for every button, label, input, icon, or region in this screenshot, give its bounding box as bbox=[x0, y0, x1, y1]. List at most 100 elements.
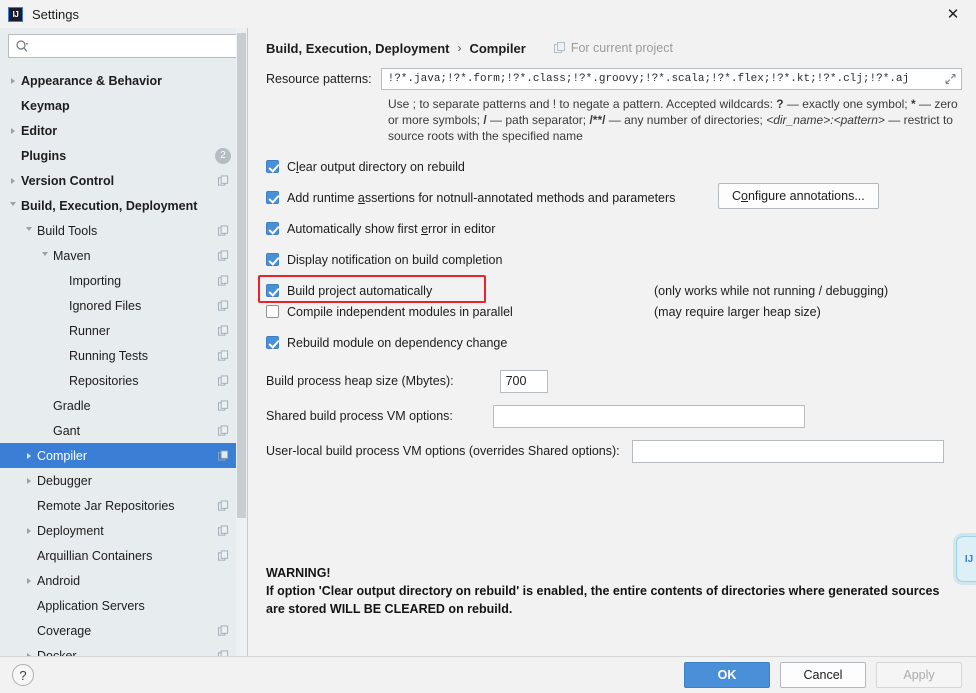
sidebar-item-build-tools[interactable]: Build Tools bbox=[0, 218, 247, 243]
sidebar-item-build-execution-deployment[interactable]: Build, Execution, Deployment bbox=[0, 193, 247, 218]
chevron-right-icon[interactable] bbox=[6, 74, 19, 87]
chevron-down-icon[interactable] bbox=[6, 199, 19, 212]
resource-patterns-input[interactable] bbox=[385, 72, 957, 86]
project-scope-icon bbox=[218, 175, 229, 186]
sidebar-item-gradle[interactable]: Gradle bbox=[0, 393, 247, 418]
checkbox-label: Clear output directory on rebuild bbox=[287, 160, 465, 174]
configure-annotations-mnemonic: o bbox=[741, 189, 748, 203]
build-options-group: Build process heap size (Mbytes): Shared… bbox=[266, 367, 962, 465]
sidebar-item-arquillian-containers[interactable]: Arquillian Containers bbox=[0, 543, 247, 568]
sidebar-item-compiler[interactable]: Compiler bbox=[0, 443, 247, 468]
heap-size-row: Build process heap size (Mbytes): bbox=[266, 367, 962, 395]
user-vm-options-input[interactable] bbox=[631, 439, 944, 463]
checkbox-row-automatically-show-first-error-in-editor[interactable]: Automatically show first error in editor bbox=[266, 218, 962, 239]
project-scope-icon bbox=[218, 250, 229, 261]
sidebar-scrollbar-thumb[interactable] bbox=[237, 33, 246, 518]
shared-vm-options-row: Shared build process VM options: bbox=[266, 402, 962, 430]
checkbox-row-build-project-automatically[interactable]: Build project automatically (only works w… bbox=[258, 275, 962, 303]
sidebar-item-docker[interactable]: Docker bbox=[0, 643, 247, 656]
configure-annotations-button[interactable]: Configure annotations... bbox=[718, 183, 879, 209]
sidebar-item-repositories[interactable]: Repositories bbox=[0, 368, 247, 393]
sidebar-item-remote-jar-repositories[interactable]: Remote Jar Repositories bbox=[0, 493, 247, 518]
checkbox-build-project-automatically[interactable] bbox=[266, 284, 279, 297]
project-scope-icon bbox=[218, 525, 229, 536]
sidebar-item-deployment[interactable]: Deployment bbox=[0, 518, 247, 543]
configure-annotations-post: nfigure annotations... bbox=[747, 189, 865, 203]
checkbox-label-pre: Compile independent modules in parallel bbox=[287, 304, 513, 319]
sidebar-item-label: Importing bbox=[69, 273, 122, 288]
resource-patterns-hint: Use ; to separate patterns and ! to nega… bbox=[388, 96, 962, 144]
sidebar-item-running-tests[interactable]: Running Tests bbox=[0, 343, 247, 368]
heap-size-input[interactable] bbox=[499, 369, 548, 393]
sidebar-item-ignored-files[interactable]: Ignored Files bbox=[0, 293, 247, 318]
window-title: Settings bbox=[32, 6, 79, 22]
shared-vm-options-input[interactable] bbox=[492, 404, 805, 428]
close-icon[interactable]: ✕ bbox=[930, 0, 976, 28]
chevron-right-icon[interactable] bbox=[6, 174, 19, 187]
checkbox-row-compile-independent-modules-in-parallel[interactable]: Compile independent modules in parallel (… bbox=[266, 301, 962, 322]
chevron-right-icon[interactable] bbox=[22, 574, 35, 587]
chevron-right-icon[interactable] bbox=[22, 449, 35, 462]
chevron-down-icon[interactable] bbox=[22, 224, 35, 237]
chevron-down-icon[interactable] bbox=[38, 249, 51, 262]
edge-notification-widget[interactable]: IJ bbox=[956, 536, 976, 582]
checkbox-note: (only works while not running / debuggin… bbox=[654, 283, 889, 298]
checkbox-automatically-show-first-error-in-editor[interactable] bbox=[266, 222, 279, 235]
checkbox-display-notification-on-build-completion[interactable] bbox=[266, 253, 279, 266]
sidebar-item-editor[interactable]: Editor bbox=[0, 118, 247, 143]
search-icon bbox=[15, 39, 29, 53]
footer-buttons: OK Cancel Apply bbox=[684, 662, 962, 688]
hint-text-e: — any number of directories; bbox=[605, 113, 767, 127]
sidebar-item-label: Build Tools bbox=[37, 223, 98, 238]
sidebar-item-runner[interactable]: Runner bbox=[0, 318, 247, 343]
checkbox-label-mnemonic: e bbox=[421, 221, 429, 236]
sidebar-item-plugins[interactable]: Plugins 2 bbox=[0, 143, 247, 168]
plugins-count-badge: 2 bbox=[215, 147, 231, 164]
sidebar-item-application-servers[interactable]: Application Servers bbox=[0, 593, 247, 618]
checkbox-label: Add runtime assertions for notnull-annot… bbox=[287, 191, 675, 205]
chevron-right-icon[interactable] bbox=[22, 474, 35, 487]
ok-button[interactable]: OK bbox=[684, 662, 770, 688]
settings-tree: Appearance & Behavior Keymap Editor Plugins… bbox=[0, 68, 247, 656]
chevron-right-icon[interactable] bbox=[6, 124, 19, 137]
sidebar-scrollbar-track[interactable] bbox=[236, 28, 247, 656]
checkbox-row-rebuild-module-on-dependency-change[interactable]: Rebuild module on dependency change bbox=[266, 332, 962, 353]
sidebar-item-gant[interactable]: Gant bbox=[0, 418, 247, 443]
sidebar-item-label: Deployment bbox=[37, 523, 104, 538]
checkbox-label-post: ear output directory on rebuild bbox=[298, 159, 465, 174]
compiler-options-checkboxes: Clear output directory on rebuild Add run… bbox=[258, 156, 962, 353]
chevron-right-icon[interactable] bbox=[22, 524, 35, 537]
checkbox-add-runtime-assertions-for-notnull-annot[interactable] bbox=[266, 191, 279, 204]
search-box[interactable] bbox=[8, 34, 239, 58]
dialog-footer: ? OK Cancel Apply bbox=[0, 656, 976, 693]
sidebar-item-android[interactable]: Android bbox=[0, 568, 247, 593]
help-icon[interactable]: ? bbox=[12, 664, 34, 686]
checkbox-row-add-runtime-assertions-for-notnull-annot[interactable]: Add runtime assertions for notnull-annot… bbox=[266, 183, 962, 209]
checkbox-label-pre: Add runtime bbox=[287, 190, 358, 205]
sidebar-item-label: Gant bbox=[53, 423, 81, 438]
sidebar-item-label: Keymap bbox=[21, 98, 70, 113]
sidebar-item-label: Docker bbox=[37, 648, 77, 657]
sidebar-item-keymap[interactable]: Keymap bbox=[0, 93, 247, 118]
search-input[interactable] bbox=[32, 37, 232, 55]
project-scope-icon bbox=[218, 450, 229, 461]
sidebar-item-debugger[interactable]: Debugger bbox=[0, 468, 247, 493]
sidebar-item-appearance-behavior[interactable]: Appearance & Behavior bbox=[0, 68, 247, 93]
checkbox-row-display-notification-on-build-completion[interactable]: Display notification on build completion bbox=[266, 249, 962, 270]
checkbox-row-clear-output-directory-on-rebuild[interactable]: Clear output directory on rebuild bbox=[266, 156, 962, 177]
chevron-right-icon[interactable] bbox=[22, 649, 35, 656]
checkbox-compile-independent-modules-in-parallel[interactable] bbox=[266, 305, 279, 318]
sidebar-item-version-control[interactable]: Version Control bbox=[0, 168, 247, 193]
cancel-button[interactable]: Cancel bbox=[780, 662, 866, 688]
breadcrumb-parent[interactable]: Build, Execution, Deployment bbox=[266, 41, 449, 56]
apply-button: Apply bbox=[876, 662, 962, 688]
checkbox-rebuild-module-on-dependency-change[interactable] bbox=[266, 336, 279, 349]
expand-icon[interactable] bbox=[945, 73, 956, 85]
sidebar-item-importing[interactable]: Importing bbox=[0, 268, 247, 293]
sidebar-item-maven[interactable]: Maven bbox=[0, 243, 247, 268]
checkbox-clear-output-directory-on-rebuild[interactable] bbox=[266, 160, 279, 173]
sidebar-item-coverage[interactable]: Coverage bbox=[0, 618, 247, 643]
resource-patterns-field[interactable] bbox=[380, 68, 962, 90]
warning-title: WARNING! bbox=[266, 566, 331, 580]
